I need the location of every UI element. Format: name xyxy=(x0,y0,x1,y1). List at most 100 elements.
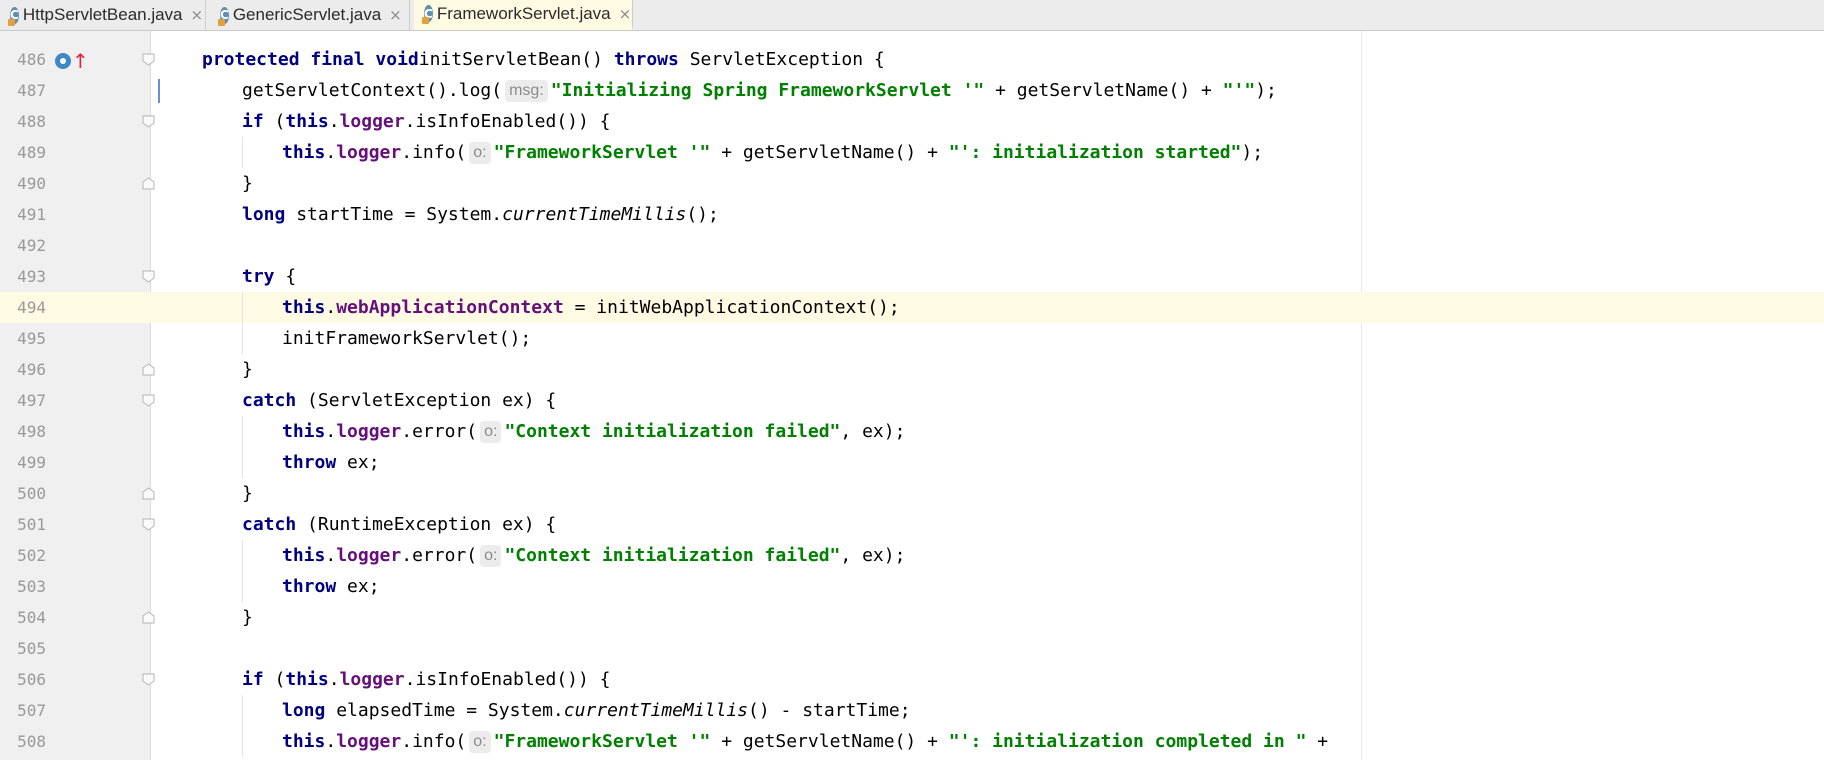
code-token: initServletBean() xyxy=(418,49,614,70)
code-token: initFrameworkServlet(); xyxy=(282,328,532,349)
keyword: this xyxy=(282,545,326,566)
code-line[interactable]: 497 catch (ServletException ex) { xyxy=(0,385,1824,416)
code-token: elapsedTime = System. xyxy=(325,700,564,721)
indent-guide xyxy=(242,540,243,571)
fold-marker-icon[interactable] xyxy=(142,394,155,407)
code-token: . xyxy=(325,142,337,163)
code-token: .info( xyxy=(401,142,467,163)
line-number: 508 xyxy=(17,732,46,751)
line-number: 504 xyxy=(17,608,46,627)
code-token: . xyxy=(328,111,340,132)
code-text: } xyxy=(242,168,253,199)
code-line[interactable]: 496} xyxy=(0,354,1824,385)
code-text: this.logger.info(o: "FrameworkServlet '" … xyxy=(282,137,1263,168)
code-token: = initWebApplicationContext(); xyxy=(563,297,900,318)
code-text: this.logger.error(o: "Context initializat… xyxy=(282,540,905,571)
code-token: } xyxy=(242,173,253,194)
fold-end-icon[interactable] xyxy=(142,177,155,190)
fold-marker-icon[interactable] xyxy=(142,115,155,128)
code-text: if (this.logger.isInfoEnabled()) { xyxy=(242,664,611,695)
code-text: this.webApplicationContext = initWebAppl… xyxy=(282,292,900,323)
code-line[interactable]: 506 if (this.logger.isInfoEnabled()) { xyxy=(0,664,1824,695)
indent-guide xyxy=(242,726,243,757)
tab-httpservletbean[interactable]: C HttpServletBean.java × xyxy=(0,0,206,30)
code-text: initFrameworkServlet(); xyxy=(282,323,531,354)
code-line[interactable]: 505 xyxy=(0,633,1824,664)
code-token: ); xyxy=(1255,80,1277,101)
code-text: this.logger.info(o: "FrameworkServlet '" … xyxy=(282,726,1328,757)
code-text: this.logger.error(o: "Context initializat… xyxy=(282,416,905,447)
code-text: } xyxy=(242,354,253,385)
code-line[interactable]: 495 initFrameworkServlet(); xyxy=(0,323,1824,354)
code-token: (); xyxy=(686,204,719,225)
field-token: logger xyxy=(336,421,402,442)
code-line[interactable]: 503 throw ex; xyxy=(0,571,1824,602)
code-line[interactable]: 491 long startTime = System.currentTimeMi… xyxy=(0,199,1824,230)
fold-end-icon[interactable] xyxy=(142,611,155,624)
indent-guide xyxy=(242,292,243,323)
fold-end-icon[interactable] xyxy=(142,487,155,500)
override-gutter-marker[interactable]: ↑ xyxy=(55,51,89,71)
parameter-hint: msg: xyxy=(505,80,548,102)
keyword: catch xyxy=(242,390,297,411)
fold-end-icon[interactable] xyxy=(142,363,155,376)
code-line[interactable]: 508 this.logger.info(o: "FrameworkServlet … xyxy=(0,726,1824,757)
tab-genericservlet[interactable]: C GenericServlet.java × xyxy=(210,0,410,30)
indent-guide xyxy=(242,571,243,602)
code-line[interactable]: 502 this.logger.error(o: "Context initiali… xyxy=(0,540,1824,571)
line-number: 486 xyxy=(17,50,46,69)
string-literal: "'" xyxy=(1222,80,1256,101)
code-token: . xyxy=(325,731,337,752)
code-line[interactable]: 504} xyxy=(0,602,1824,633)
code-line[interactable]: 507 long elapsedTime = System.currentTime… xyxy=(0,695,1824,726)
code-line[interactable]: 492 xyxy=(0,230,1824,261)
tab-label: FrameworkServlet.java xyxy=(436,3,611,23)
code-line[interactable]: 488 if (this.logger.isInfoEnabled()) { xyxy=(0,106,1824,137)
override-icon xyxy=(55,53,71,69)
field-token: logger xyxy=(336,545,402,566)
close-icon[interactable]: × xyxy=(389,6,402,24)
code-token: . xyxy=(325,297,337,318)
code-text: long startTime = System.currentTimeMilli… xyxy=(242,199,719,230)
string-literal: "Context initialization failed" xyxy=(504,545,841,566)
code-text: protected final voidinitServletBean() th… xyxy=(202,44,885,75)
line-number: 492 xyxy=(17,236,46,255)
code-line[interactable]: 498 this.logger.error(o: "Context initiali… xyxy=(0,416,1824,447)
change-marker xyxy=(158,79,160,103)
line-number: 502 xyxy=(17,546,46,565)
line-number: 500 xyxy=(17,484,46,503)
code-token: startTime = System. xyxy=(285,204,503,225)
code-line[interactable]: 493 try { xyxy=(0,261,1824,292)
code-token: (RuntimeException ex) { xyxy=(296,514,557,535)
fold-marker-icon[interactable] xyxy=(142,53,155,66)
tab-frameworkservlet[interactable]: C FrameworkServlet.java × xyxy=(414,0,633,30)
code-line[interactable]: 501 catch (RuntimeException ex) { xyxy=(0,509,1824,540)
keyword: this xyxy=(282,731,326,752)
code-text: try { xyxy=(242,261,296,292)
code-token: ( xyxy=(263,669,286,690)
close-icon[interactable]: × xyxy=(619,5,632,23)
java-class-icon: C xyxy=(8,6,19,26)
code-line[interactable]: 489 this.logger.info(o: "FrameworkServlet … xyxy=(0,137,1824,168)
fold-marker-icon[interactable] xyxy=(142,518,155,531)
fold-marker-icon[interactable] xyxy=(142,270,155,283)
code-line[interactable]: 490} xyxy=(0,168,1824,199)
indent-guide xyxy=(242,323,243,354)
code-line[interactable]: 499 throw ex; xyxy=(0,447,1824,478)
code-line[interactable]: 494 this.webApplicationContext = initWebA… xyxy=(0,292,1824,323)
code-line[interactable]: 500} xyxy=(0,478,1824,509)
code-editor[interactable]: 486 ↑ protected final voidinitServletBean(… xyxy=(0,31,1824,760)
code-token: ex; xyxy=(336,576,380,597)
code-token: } xyxy=(242,359,253,380)
java-class-icon: C xyxy=(218,6,229,26)
code-token: . xyxy=(325,421,337,442)
keyword: this xyxy=(285,669,329,690)
code-line[interactable]: 487 getServletContext().log(msg: "Initiali… xyxy=(0,75,1824,106)
line-number: 494 xyxy=(17,298,46,317)
code-line[interactable]: 486 ↑ protected final voidinitServletBean(… xyxy=(0,44,1824,75)
keyword: this xyxy=(285,111,329,132)
code-text: getServletContext().log(msg: "Initializin… xyxy=(242,75,1277,106)
close-icon[interactable]: × xyxy=(191,6,204,24)
fold-marker-icon[interactable] xyxy=(142,673,155,686)
static-method: currentTimeMillis xyxy=(563,700,749,721)
